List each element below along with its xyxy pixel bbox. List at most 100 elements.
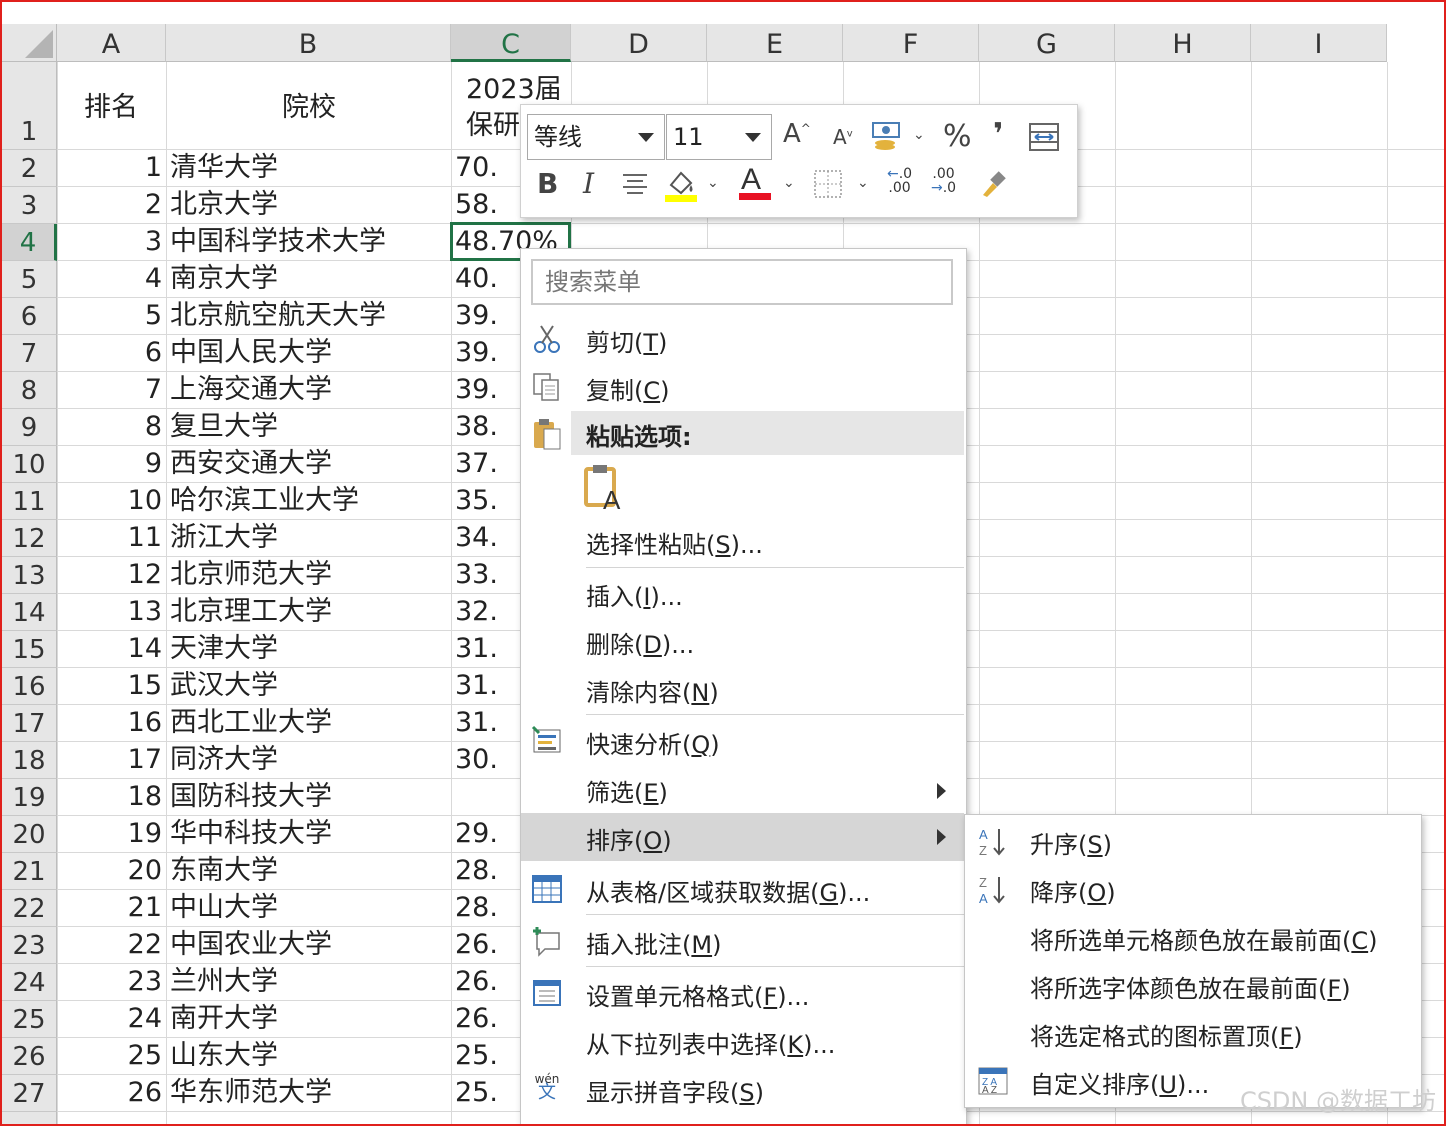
school-cell[interactable]: 西安交通大学 bbox=[170, 446, 332, 482]
school-cell[interactable]: 中国科学技术大学 bbox=[170, 224, 386, 260]
font-color-icon[interactable]: A bbox=[737, 163, 773, 205]
row-header-25[interactable]: 25 bbox=[2, 1001, 57, 1038]
row-header-8[interactable]: 8 bbox=[2, 372, 57, 409]
rank-cell[interactable]: 11 bbox=[62, 520, 162, 556]
font-size-combo[interactable]: 11 bbox=[666, 114, 772, 160]
rate-cell[interactable]: 26. bbox=[455, 1001, 498, 1037]
italic-button[interactable]: I bbox=[583, 167, 594, 200]
paste-keep-text-icon[interactable]: A bbox=[583, 463, 625, 515]
format-painter-icon[interactable] bbox=[977, 169, 1007, 203]
row-header-12[interactable]: 12 bbox=[2, 520, 57, 557]
school-cell[interactable]: 北京航空航天大学 bbox=[170, 298, 386, 334]
school-cell[interactable]: 北京大学 bbox=[170, 187, 278, 223]
rate-cell[interactable]: 28. bbox=[455, 853, 498, 889]
menu-item-get-data[interactable]: 从表格/区域获取数据(G)... bbox=[521, 867, 964, 913]
menu-item-copy[interactable]: 复制(C) bbox=[521, 365, 964, 411]
rank-cell[interactable]: 8 bbox=[62, 409, 162, 445]
increase-font-size-icon[interactable]: A^ bbox=[783, 119, 811, 149]
school-cell[interactable]: 中山大学 bbox=[170, 890, 278, 926]
column-header-h[interactable]: H bbox=[1115, 24, 1251, 62]
menu-item-sort-descending[interactable]: ZA 降序(O) bbox=[965, 867, 1419, 913]
row-header-24[interactable]: 24 bbox=[2, 964, 57, 1001]
rank-cell[interactable]: 17 bbox=[62, 742, 162, 778]
rate-cell[interactable]: 30. bbox=[455, 742, 498, 778]
row-header-23[interactable]: 23 bbox=[2, 927, 57, 964]
column-header-b[interactable]: B bbox=[166, 24, 451, 62]
rank-cell[interactable]: 20 bbox=[62, 853, 162, 889]
select-all-button[interactable] bbox=[2, 24, 57, 62]
row-header-28[interactable] bbox=[2, 1112, 57, 1124]
chevron-down-icon[interactable]: ⌄ bbox=[857, 175, 869, 191]
row-header-7[interactable]: 7 bbox=[2, 335, 57, 372]
rank-cell[interactable]: 26 bbox=[62, 1075, 162, 1111]
menu-item-paste-special[interactable]: 选择性粘贴(S)... bbox=[521, 519, 964, 565]
chevron-down-icon[interactable]: ⌄ bbox=[913, 127, 925, 143]
school-cell[interactable]: 国防科技大学 bbox=[170, 779, 332, 815]
menu-item-font-color-top[interactable]: 将所选字体颜色放在最前面(F) bbox=[965, 963, 1419, 1009]
rate-cell[interactable]: 34. bbox=[455, 520, 498, 556]
rank-cell[interactable]: 16 bbox=[62, 705, 162, 741]
rank-cell[interactable]: 1 bbox=[62, 150, 162, 186]
school-cell[interactable]: 东南大学 bbox=[170, 853, 278, 889]
school-cell[interactable]: 中国农业大学 bbox=[170, 927, 332, 963]
rank-cell[interactable]: 12 bbox=[62, 557, 162, 593]
rate-cell[interactable]: 38. bbox=[455, 409, 498, 445]
row-header-13[interactable]: 13 bbox=[2, 557, 57, 594]
font-name-combo[interactable]: 等线 bbox=[527, 114, 665, 160]
school-cell[interactable]: 华东师范大学 bbox=[170, 1075, 332, 1111]
menu-item-pick-from-list[interactable]: 从下拉列表中选择(K)... bbox=[521, 1019, 964, 1065]
rate-cell[interactable]: 70. bbox=[455, 150, 498, 186]
row-header-6[interactable]: 6 bbox=[2, 298, 57, 335]
menu-item-delete[interactable]: 删除(D)... bbox=[521, 619, 964, 665]
rank-cell[interactable]: 6 bbox=[62, 335, 162, 371]
row-header-3[interactable]: 3 bbox=[2, 187, 57, 224]
school-cell[interactable]: 上海交通大学 bbox=[170, 372, 332, 408]
align-center-icon[interactable] bbox=[621, 169, 649, 203]
rate-cell[interactable]: 31. bbox=[455, 668, 498, 704]
menu-item-cut[interactable]: 剪切(T) bbox=[521, 317, 964, 363]
rank-cell[interactable]: 9 bbox=[62, 446, 162, 482]
school-cell[interactable]: 同济大学 bbox=[170, 742, 278, 778]
borders-icon[interactable] bbox=[813, 169, 843, 203]
merge-center-icon[interactable] bbox=[1029, 123, 1059, 157]
rank-cell[interactable]: 23 bbox=[62, 964, 162, 1000]
column-header-i[interactable]: I bbox=[1251, 24, 1387, 62]
menu-item-sort-ascending[interactable]: AZ 升序(S) bbox=[965, 819, 1419, 865]
decrease-decimal-icon[interactable]: .00 →.0 bbox=[931, 167, 956, 195]
rate-cell[interactable]: 25. bbox=[455, 1075, 498, 1111]
menu-item-filter[interactable]: 筛选(E) bbox=[521, 767, 964, 813]
column-header-c[interactable]: C bbox=[451, 24, 571, 62]
accounting-format-icon[interactable] bbox=[869, 119, 909, 151]
comma-style-button[interactable]: ❜ bbox=[993, 117, 1003, 152]
rate-cell[interactable]: 31. bbox=[455, 631, 498, 667]
column-header-d[interactable]: D bbox=[571, 24, 707, 62]
rate-cell[interactable]: 26. bbox=[455, 927, 498, 963]
rate-cell[interactable]: 39. bbox=[455, 298, 498, 334]
row-header-5[interactable]: 5 bbox=[2, 261, 57, 298]
rate-cell[interactable]: 28. bbox=[455, 890, 498, 926]
chevron-down-icon[interactable]: ⌄ bbox=[707, 175, 719, 191]
school-cell[interactable]: 北京理工大学 bbox=[170, 594, 332, 630]
rank-cell[interactable]: 14 bbox=[62, 631, 162, 667]
rank-cell[interactable]: 25 bbox=[62, 1038, 162, 1074]
school-cell[interactable]: 复旦大学 bbox=[170, 409, 278, 445]
row-header-21[interactable]: 21 bbox=[2, 853, 57, 890]
rate-cell[interactable]: 58. bbox=[455, 187, 498, 223]
row-header-19[interactable]: 19 bbox=[2, 779, 57, 816]
rank-cell[interactable]: 24 bbox=[62, 1001, 162, 1037]
row-header-9[interactable]: 9 bbox=[2, 409, 57, 446]
fill-color-icon[interactable] bbox=[663, 167, 697, 207]
row-header-16[interactable]: 16 bbox=[2, 668, 57, 705]
rank-cell[interactable]: 15 bbox=[62, 668, 162, 704]
rate-cell[interactable]: 25. bbox=[455, 1038, 498, 1074]
header-c-line2[interactable]: 保研 bbox=[466, 108, 520, 144]
row-header-18[interactable]: 18 bbox=[2, 742, 57, 779]
rate-cell[interactable]: 39. bbox=[455, 372, 498, 408]
rate-cell[interactable]: 32. bbox=[455, 594, 498, 630]
rate-cell[interactable]: 37. bbox=[455, 446, 498, 482]
column-header-f[interactable]: F bbox=[843, 24, 979, 62]
header-c-line1[interactable]: 2023届 bbox=[466, 72, 562, 108]
chevron-down-icon[interactable]: ⌄ bbox=[783, 175, 795, 191]
row-header-22[interactable]: 22 bbox=[2, 890, 57, 927]
row-header-15[interactable]: 15 bbox=[2, 631, 57, 668]
